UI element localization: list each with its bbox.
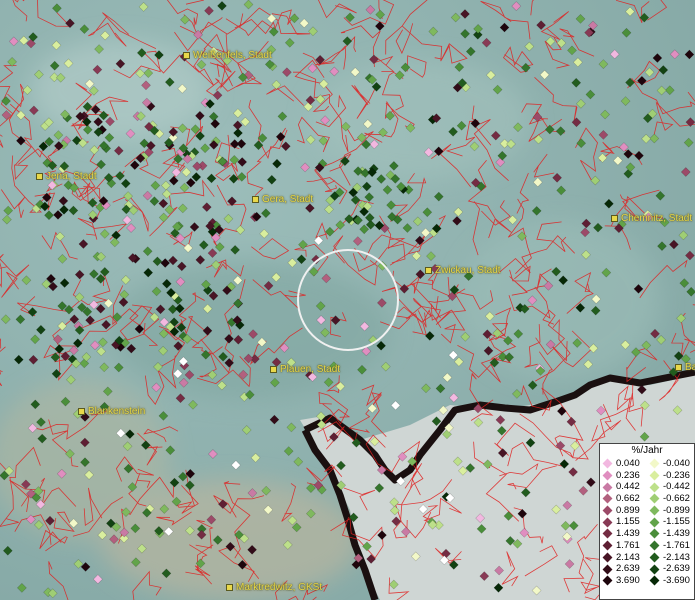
legend-row: 2.143 -2.143 <box>600 552 694 564</box>
legend-row: 1.761 -1.761 <box>600 540 694 552</box>
legend-entry-negative: -0.236 <box>647 470 694 482</box>
legend-row: 0.899 -0.899 <box>600 505 694 517</box>
legend-label: -2.143 <box>663 551 690 563</box>
legend-entry-negative: -2.143 <box>647 552 694 564</box>
legend-swatch <box>649 482 660 493</box>
legend-swatch <box>649 517 660 528</box>
legend-entry-positive: 2.143 <box>600 552 647 564</box>
legend-swatch <box>602 482 613 493</box>
legend-swatch <box>602 505 613 516</box>
legend-entry-positive: 1.439 <box>600 528 647 540</box>
city-label-blankenstein: Blankenstein <box>78 406 145 417</box>
legend-entry-positive: 0.040 <box>600 458 647 470</box>
legend-entry-negative: -0.899 <box>647 505 694 517</box>
city-label-plauen: Plauen, Stadt <box>270 364 340 375</box>
legend-swatch <box>649 458 660 469</box>
legend-entry-positive: 1.761 <box>600 540 647 552</box>
legend-entry-positive: 3.690 <box>600 575 647 587</box>
legend-row: 2.639 -2.639 <box>600 563 694 575</box>
legend-swatch <box>602 493 613 504</box>
legend-row: 3.690 -3.690 <box>600 575 694 587</box>
city-label-zwickau: Zwickau, Stadt <box>425 265 501 276</box>
legend-entry-positive: 0.442 <box>600 481 647 493</box>
legend-entry-positive: 0.662 <box>600 493 647 505</box>
legend-label: 0.662 <box>616 493 640 505</box>
legend-entry-positive: 0.236 <box>600 470 647 482</box>
legend-label: 2.639 <box>616 563 640 575</box>
legend-row: 0.442 -0.442 <box>600 481 694 493</box>
legend-swatch <box>602 540 613 551</box>
legend-label: 2.143 <box>616 551 640 563</box>
legend-label: -0.899 <box>663 504 690 516</box>
legend-label: -0.662 <box>663 493 690 505</box>
legend-swatch <box>602 552 613 563</box>
legend-swatch <box>602 575 613 586</box>
legend-label: -1.155 <box>663 516 690 528</box>
city-label-gera: Gera, Stadt <box>252 194 313 205</box>
legend-entry-negative: -2.639 <box>647 563 694 575</box>
legend-label: -0.040 <box>663 458 690 469</box>
legend-swatch <box>649 505 660 516</box>
legend-entry-negative: -0.040 <box>647 458 694 470</box>
legend: %/Jahr 0.040 -0.040 0.236 -0.236 0.442 -0.442… <box>599 443 695 600</box>
legend-swatch <box>649 470 660 481</box>
legend-label: 0.442 <box>616 481 640 493</box>
legend-title: %/Jahr <box>631 445 663 456</box>
legend-row: 1.155 -1.155 <box>600 516 694 528</box>
legend-swatch <box>649 493 660 504</box>
legend-label: -1.439 <box>663 528 690 540</box>
city-label-marktredwitz: Marktredwitz, GKSt <box>226 582 322 593</box>
legend-entry-negative: -0.442 <box>647 481 694 493</box>
legend-label: 0.236 <box>616 469 640 481</box>
legend-label: -1.761 <box>663 539 690 551</box>
legend-label: 3.690 <box>616 574 640 586</box>
legend-swatch <box>649 564 660 574</box>
legend-entry-positive: 2.639 <box>600 563 647 575</box>
legend-label: -3.690 <box>663 574 690 586</box>
legend-swatch <box>602 458 613 469</box>
map-canvas[interactable] <box>0 0 695 600</box>
legend-row: 0.662 -0.662 <box>600 493 694 505</box>
legend-swatch <box>649 529 660 539</box>
legend-row: 1.439 -1.439 <box>600 528 694 540</box>
legend-swatch <box>649 540 660 551</box>
legend-label: 0.040 <box>616 458 640 469</box>
legend-label: 1.439 <box>616 528 640 540</box>
city-label-chemnitz: Chemnitz, Stadt <box>611 213 692 224</box>
legend-entry-negative: -1.439 <box>647 528 694 540</box>
city-label-ba: Ba <box>675 362 695 373</box>
legend-label: -0.442 <box>663 481 690 493</box>
legend-swatch <box>602 564 613 574</box>
legend-label: 0.899 <box>616 504 640 516</box>
legend-swatch <box>649 575 660 586</box>
legend-swatch <box>602 470 613 481</box>
legend-label: 1.761 <box>616 539 640 551</box>
legend-entry-negative: -0.662 <box>647 493 694 505</box>
legend-row: 0.040 -0.040 <box>600 458 694 470</box>
legend-swatch <box>602 529 613 539</box>
city-label-weissenfels: Weißenfels, Stadt <box>183 50 272 61</box>
legend-row: 0.236 -0.236 <box>600 470 694 482</box>
legend-entry-negative: -1.761 <box>647 540 694 552</box>
city-label-jena: Jena, Stadt <box>36 171 97 182</box>
legend-entry-negative: -3.690 <box>647 575 694 587</box>
legend-swatch <box>649 552 660 563</box>
legend-entry-negative: -1.155 <box>647 516 694 528</box>
legend-label: -0.236 <box>663 469 690 481</box>
legend-label: 1.155 <box>616 516 640 528</box>
legend-entry-positive: 0.899 <box>600 505 647 517</box>
legend-swatch <box>602 517 613 528</box>
legend-label: -2.639 <box>663 563 690 575</box>
legend-entry-positive: 1.155 <box>600 516 647 528</box>
